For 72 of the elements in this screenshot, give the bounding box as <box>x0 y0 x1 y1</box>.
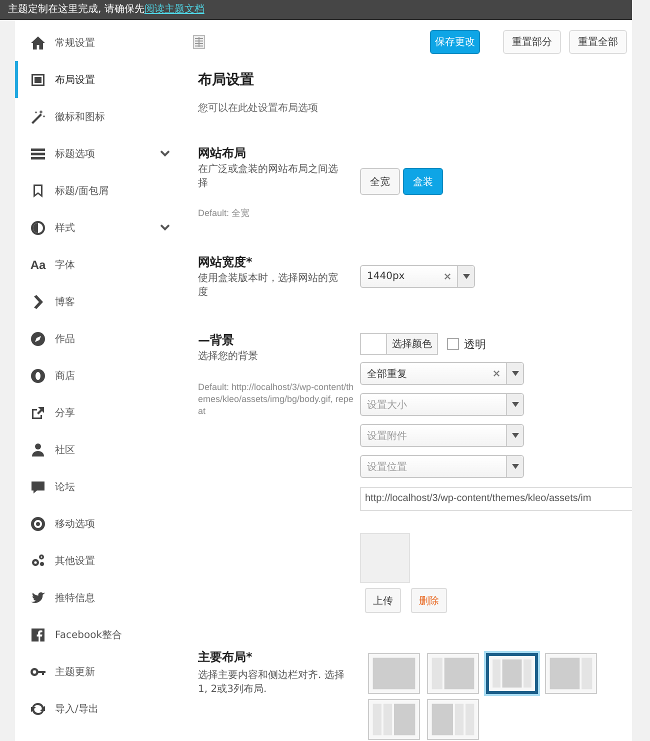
clear-icon[interactable] <box>444 273 451 280</box>
bird-icon <box>30 590 46 606</box>
sidebar-item[interactable]: 作品 <box>15 320 180 357</box>
coin-icon <box>30 368 46 384</box>
sidebar-item[interactable]: 博客 <box>15 283 180 320</box>
select-field[interactable]: 全部重复 <box>360 362 524 385</box>
color-swatch-icon[interactable] <box>360 333 386 355</box>
sidebar-item[interactable]: 其他设置 <box>15 542 180 579</box>
layout-option[interactable] <box>486 653 538 694</box>
sidebar-item[interactable]: 社区 <box>15 431 180 468</box>
bars-icon <box>30 146 46 162</box>
sidebar-item[interactable]: 移动选项 <box>15 505 180 542</box>
select-color-button[interactable]: 选择颜色 <box>386 333 438 355</box>
notice-text: 主题定制在这里完成, 请确保先阅读主题文档 <box>8 2 204 16</box>
compass-icon <box>30 330 46 346</box>
sidebar-item[interactable]: 论坛 <box>15 468 180 505</box>
user-icon <box>30 442 46 458</box>
clear-icon[interactable] <box>493 370 500 377</box>
chevron-down-icon <box>160 150 170 157</box>
select-field[interactable]: 1440px <box>360 265 475 288</box>
image-preview <box>360 533 410 583</box>
caret-icon <box>462 274 470 279</box>
sidebar-item[interactable]: 分享 <box>15 394 180 431</box>
sidebar-item[interactable]: 样式 <box>15 209 180 246</box>
sidebar-item[interactable]: 导入/导出 <box>15 690 180 727</box>
option-button[interactable]: 全宽 <box>360 168 400 195</box>
comment-icon <box>30 478 46 494</box>
refresh-icon <box>30 700 46 716</box>
chevron-down-icon <box>160 224 170 231</box>
grid-icon[interactable] <box>193 35 205 49</box>
caret-icon <box>512 371 518 376</box>
sidebar-item[interactable]: Aa 字体 <box>15 246 180 283</box>
section-title: 布局设置 <box>198 72 255 88</box>
caret-icon <box>512 464 518 469</box>
field-title: 网站布局 <box>198 146 247 161</box>
layout-icon <box>30 72 46 88</box>
field-title: —背景 <box>198 333 235 348</box>
upload-button[interactable]: 上传 <box>365 588 401 613</box>
sidebar-item[interactable]: 常规设置 <box>15 24 180 61</box>
section-description: 您可以在此处设置布局选项 <box>198 102 319 116</box>
caret-icon <box>512 433 518 438</box>
target-icon <box>30 516 46 532</box>
sidebar-item[interactable]: 徽标和图标 <box>15 98 180 135</box>
toolbar-button[interactable]: 重置部分 <box>503 30 561 54</box>
sidebar-item[interactable]: 布局设置 <box>15 61 180 98</box>
share-icon <box>30 404 46 420</box>
gears-icon <box>30 552 46 568</box>
field-description: 选择您的背景 <box>198 350 259 364</box>
sidebar-item[interactable]: 标题/面包屑 <box>15 172 180 209</box>
sidebar-item[interactable]: 商店 <box>15 357 180 394</box>
home-icon <box>30 34 46 50</box>
default-note: Default: 全宽 <box>198 207 251 219</box>
field-description: 使用盒装版本时，选择网站的宽度 <box>198 272 339 300</box>
sidebar-item[interactable]: 主题更新 <box>15 653 180 690</box>
facebook-icon <box>30 626 46 642</box>
field-description: 选择主要内容和侧边栏对齐. 选择1, 2或3列布局. <box>198 669 346 697</box>
field-description: 在广泛或盒装的网站布局之间选择 <box>198 163 339 191</box>
magic-wand-icon <box>30 108 46 124</box>
caret-icon <box>512 402 518 407</box>
field-title: 网站宽度* <box>198 255 254 270</box>
font-icon: Aa <box>30 258 46 272</box>
url-field[interactable]: http://localhost/3/wp-content/themes/kleo/assets/im <box>360 487 632 511</box>
sidebar-item[interactable]: 标题选项 <box>15 135 180 172</box>
field-title: 主要布局* <box>198 650 254 665</box>
contrast-icon <box>30 220 46 236</box>
docs-link[interactable]: 阅读主题文档 <box>144 4 204 14</box>
sidebar-item[interactable]: Facebook整合 <box>15 616 180 653</box>
checkbox-label: 透明 <box>464 336 486 352</box>
checkbox[interactable] <box>447 338 459 350</box>
sidebar-item[interactable]: 推特信息 <box>15 579 180 616</box>
default-note: Default: http://localhost/3/wp-content/themes/kleo/assets/img/bg/body.gif, repeat <box>198 381 355 417</box>
toolbar-button[interactable]: 重置全部 <box>569 30 627 54</box>
